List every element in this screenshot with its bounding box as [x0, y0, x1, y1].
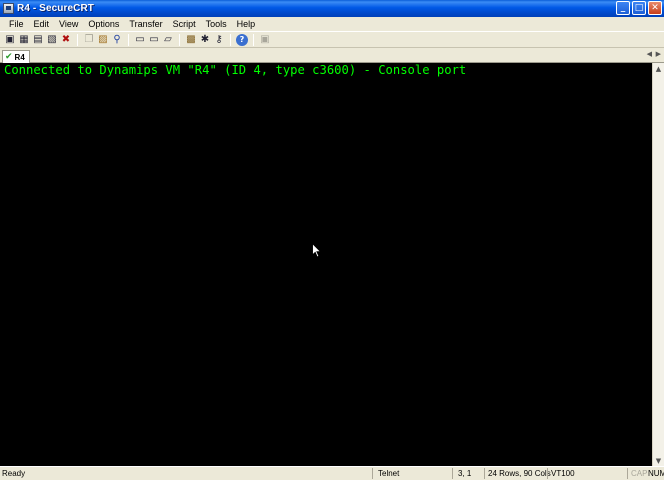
status-ready: Ready: [2, 469, 26, 478]
connected-check-icon: ✔: [5, 51, 13, 62]
minimize-button[interactable]: _: [616, 1, 630, 15]
print-setup-icon[interactable]: ▭: [148, 34, 160, 46]
keymap-icon[interactable]: ⚷: [213, 34, 225, 46]
status-emulation: VT100: [551, 469, 575, 478]
print-icon[interactable]: ▭: [134, 34, 146, 46]
vertical-scrollbar[interactable]: ▲ ▼: [652, 63, 664, 466]
scroll-up-icon[interactable]: ▲: [653, 63, 664, 74]
sftp-icon[interactable]: ▣: [259, 34, 271, 46]
maximize-button[interactable]: □: [632, 1, 646, 15]
log-session-icon[interactable]: ▱: [162, 34, 174, 46]
menu-tools[interactable]: Tools: [201, 19, 232, 29]
tab-label: R4: [14, 52, 25, 62]
toolbar-separator: [77, 33, 78, 46]
mouse-pointer-icon: [312, 243, 322, 258]
copy-icon[interactable]: ❐: [83, 34, 95, 46]
terminal-area[interactable]: Connected to Dynamips VM "R4" (ID 4, typ…: [0, 63, 652, 466]
menu-file[interactable]: File: [0, 19, 29, 29]
tab-r4[interactable]: ✔ R4: [2, 50, 30, 63]
disconnect-icon[interactable]: ✖: [60, 34, 72, 46]
toolbar-separator: [230, 33, 231, 46]
terminal-line: Connected to Dynamips VM "R4" (ID 4, typ…: [4, 63, 467, 77]
securecrt-app-icon[interactable]: [3, 3, 14, 14]
toolbar-separator: [253, 33, 254, 46]
status-divider: [452, 468, 453, 479]
reconnect-icon[interactable]: ▧: [46, 34, 58, 46]
status-divider: [627, 468, 628, 479]
menu-help[interactable]: Help: [232, 19, 261, 29]
menu-options[interactable]: Options: [83, 19, 124, 29]
title-bar[interactable]: R4 - SecureCRT _ □ ✕: [0, 0, 664, 17]
toolbar: ▣ ▦ ▤ ▧ ✖ ❐ ▨ ⚲ ▭ ▭ ▱ ▩ ✱ ⚷ ? ▣: [0, 31, 664, 48]
menu-edit[interactable]: Edit: [29, 19, 55, 29]
menu-bar: File Edit View Options Transfer Script T…: [0, 17, 664, 31]
scroll-down-icon[interactable]: ▼: [653, 455, 664, 466]
status-divider: [372, 468, 373, 479]
connect-icon[interactable]: ▣: [4, 34, 16, 46]
toolbar-separator: [128, 33, 129, 46]
paste-icon[interactable]: ▨: [97, 34, 109, 46]
status-protocol: Telnet: [378, 469, 400, 478]
connect-tab-icon[interactable]: ▤: [32, 34, 44, 46]
status-caps-lock: CAP: [631, 469, 648, 478]
status-terminal-size: 24 Rows, 90 Cols: [488, 469, 551, 478]
status-divider: [547, 468, 548, 479]
menu-script[interactable]: Script: [168, 19, 201, 29]
status-bar: Ready Telnet 3, 1 24 Rows, 90 Cols VT100…: [0, 466, 664, 480]
window-title: R4 - SecureCRT: [17, 3, 94, 14]
session-tab-strip: ✔ R4 ◀ ▶: [0, 48, 664, 63]
status-cursor-position: 3, 1: [458, 469, 472, 478]
status-divider: [484, 468, 485, 479]
close-button[interactable]: ✕: [648, 1, 662, 15]
tab-scroll-left-icon[interactable]: ◀: [647, 50, 652, 58]
window-controls: _ □ ✕: [616, 1, 662, 15]
quick-connect-icon[interactable]: ▦: [18, 34, 30, 46]
global-options-icon[interactable]: ✱: [199, 34, 211, 46]
help-icon[interactable]: ?: [236, 33, 248, 46]
toolbar-separator: [179, 33, 180, 46]
menu-transfer[interactable]: Transfer: [124, 19, 167, 29]
tab-scroll-right-icon[interactable]: ▶: [656, 50, 661, 58]
session-options-icon[interactable]: ▩: [185, 34, 197, 46]
menu-view[interactable]: View: [54, 19, 83, 29]
status-num-lock: NUM: [648, 469, 664, 478]
find-icon[interactable]: ⚲: [111, 34, 123, 46]
